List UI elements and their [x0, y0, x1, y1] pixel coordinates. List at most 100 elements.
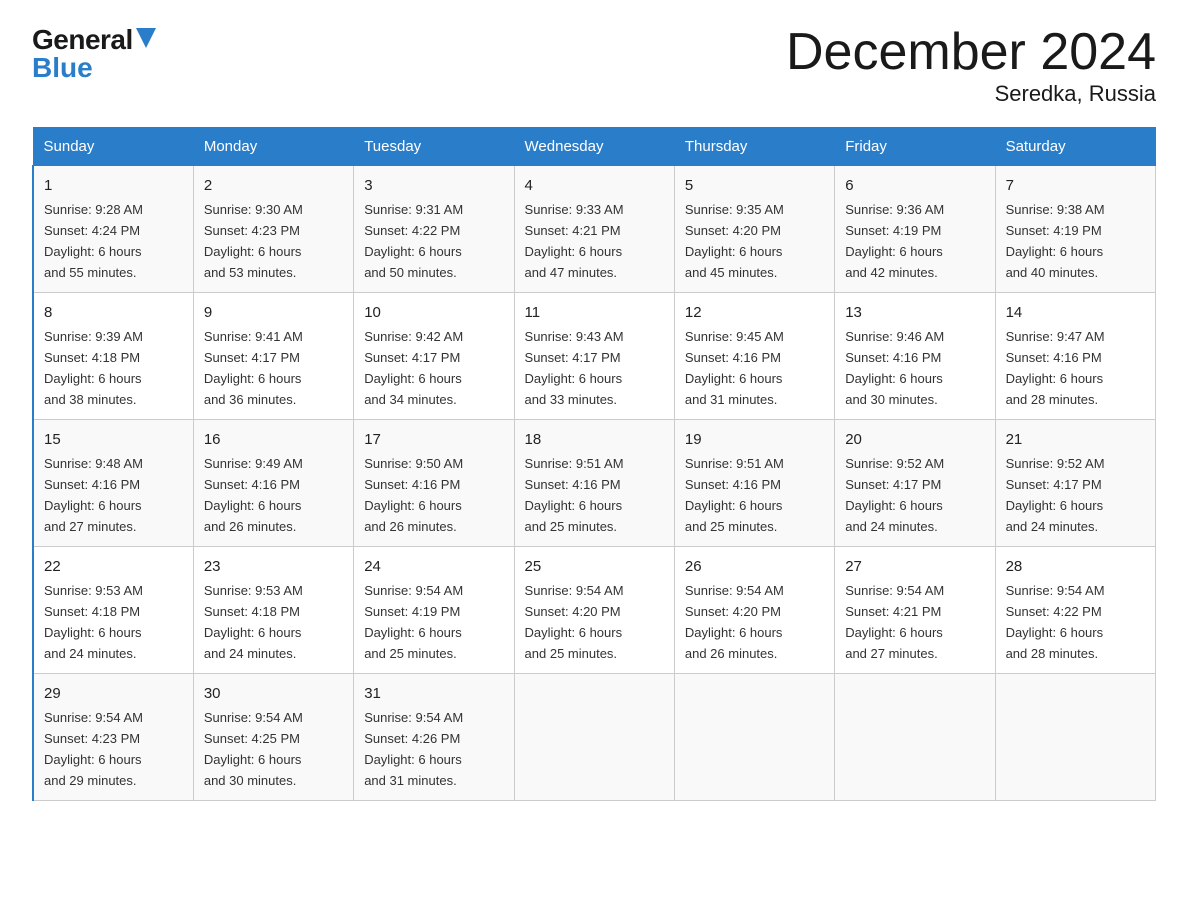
day-cell: 29Sunrise: 9:54 AMSunset: 4:23 PMDayligh…: [33, 673, 193, 800]
day-info: Sunrise: 9:53 AMSunset: 4:18 PMDaylight:…: [204, 583, 303, 661]
day-cell: [514, 673, 674, 800]
day-cell: 24Sunrise: 9:54 AMSunset: 4:19 PMDayligh…: [354, 547, 514, 674]
day-cell: 28Sunrise: 9:54 AMSunset: 4:22 PMDayligh…: [995, 547, 1155, 674]
day-cell: 1Sunrise: 9:28 AMSunset: 4:24 PMDaylight…: [33, 166, 193, 293]
day-number: 26: [685, 555, 824, 578]
day-number: 25: [525, 555, 664, 578]
day-number: 30: [204, 682, 343, 705]
header-cell-sunday: Sunday: [33, 128, 193, 166]
week-row-2: 8 Sunrise: 9:39 AMSunset: 4:18 PMDaylight…: [33, 293, 1156, 420]
day-info: Sunrise: 9:46 AMSunset: 4:16 PMDaylight:…: [845, 329, 944, 407]
day-cell: 27 Sunrise: 9:54 AMSunset: 4:21 PMDayligh…: [835, 547, 995, 674]
day-number: 28: [1006, 555, 1145, 578]
day-number: 3: [364, 174, 503, 197]
day-info: Sunrise: 9:50 AMSunset: 4:16 PMDaylight:…: [364, 456, 463, 534]
day-info: Sunrise: 9:31 AMSunset: 4:22 PMDaylight:…: [364, 202, 463, 280]
day-cell: 25 Sunrise: 9:54 AMSunset: 4:20 PMDayligh…: [514, 547, 674, 674]
day-number: 23: [204, 555, 343, 578]
day-number: 19: [685, 428, 824, 451]
header-row: SundayMondayTuesdayWednesdayThursdayFrid…: [33, 128, 1156, 166]
day-number: 18: [525, 428, 664, 451]
day-info: Sunrise: 9:39 AMSunset: 4:18 PMDaylight:…: [44, 329, 143, 407]
day-cell: 18 Sunrise: 9:51 AMSunset: 4:16 PMDayligh…: [514, 420, 674, 547]
day-info: Sunrise: 9:53 AMSunset: 4:18 PMDaylight:…: [44, 583, 143, 661]
day-cell: 26 Sunrise: 9:54 AMSunset: 4:20 PMDayligh…: [674, 547, 834, 674]
day-cell: 3 Sunrise: 9:31 AMSunset: 4:22 PMDaylight…: [354, 166, 514, 293]
day-cell: 16 Sunrise: 9:49 AMSunset: 4:16 PMDayligh…: [193, 420, 353, 547]
day-info: Sunrise: 9:54 AMSunset: 4:20 PMDaylight:…: [685, 583, 784, 661]
day-number: 12: [685, 301, 824, 324]
day-number: 5: [685, 174, 824, 197]
day-cell: 11Sunrise: 9:43 AMSunset: 4:17 PMDayligh…: [514, 293, 674, 420]
day-cell: [674, 673, 834, 800]
day-cell: 23 Sunrise: 9:53 AMSunset: 4:18 PMDayligh…: [193, 547, 353, 674]
header-cell-thursday: Thursday: [674, 128, 834, 166]
page-title: December 2024: [786, 24, 1156, 81]
day-info: Sunrise: 9:28 AMSunset: 4:24 PMDaylight:…: [44, 202, 143, 280]
day-info: Sunrise: 9:51 AMSunset: 4:16 PMDaylight:…: [685, 456, 784, 534]
header-cell-monday: Monday: [193, 128, 353, 166]
day-cell: 9Sunrise: 9:41 AMSunset: 4:17 PMDaylight…: [193, 293, 353, 420]
calendar-header: SundayMondayTuesdayWednesdayThursdayFrid…: [33, 128, 1156, 166]
day-cell: 4 Sunrise: 9:33 AMSunset: 4:21 PMDaylight…: [514, 166, 674, 293]
calendar-table: SundayMondayTuesdayWednesdayThursdayFrid…: [32, 127, 1156, 801]
calendar-body: 1Sunrise: 9:28 AMSunset: 4:24 PMDaylight…: [33, 166, 1156, 801]
day-info: Sunrise: 9:48 AMSunset: 4:16 PMDaylight:…: [44, 456, 143, 534]
day-cell: 22 Sunrise: 9:53 AMSunset: 4:18 PMDayligh…: [33, 547, 193, 674]
day-number: 4: [525, 174, 664, 197]
header-cell-tuesday: Tuesday: [354, 128, 514, 166]
day-number: 17: [364, 428, 503, 451]
header-cell-friday: Friday: [835, 128, 995, 166]
day-cell: 8 Sunrise: 9:39 AMSunset: 4:18 PMDaylight…: [33, 293, 193, 420]
day-number: 8: [44, 301, 183, 324]
day-info: Sunrise: 9:52 AMSunset: 4:17 PMDaylight:…: [845, 456, 944, 534]
day-number: 7: [1006, 174, 1145, 197]
page-header: General Blue December 2024 Seredka, Russ…: [32, 24, 1156, 107]
week-row-1: 1Sunrise: 9:28 AMSunset: 4:24 PMDaylight…: [33, 166, 1156, 293]
day-number: 21: [1006, 428, 1145, 451]
day-number: 9: [204, 301, 343, 324]
day-cell: 17 Sunrise: 9:50 AMSunset: 4:16 PMDayligh…: [354, 420, 514, 547]
day-number: 31: [364, 682, 503, 705]
day-info: Sunrise: 9:54 AMSunset: 4:25 PMDaylight:…: [204, 710, 303, 788]
day-number: 22: [44, 555, 183, 578]
day-info: Sunrise: 9:49 AMSunset: 4:16 PMDaylight:…: [204, 456, 303, 534]
day-cell: 31Sunrise: 9:54 AMSunset: 4:26 PMDayligh…: [354, 673, 514, 800]
week-row-5: 29Sunrise: 9:54 AMSunset: 4:23 PMDayligh…: [33, 673, 1156, 800]
day-info: Sunrise: 9:33 AMSunset: 4:21 PMDaylight:…: [525, 202, 624, 280]
header-cell-saturday: Saturday: [995, 128, 1155, 166]
day-cell: 7 Sunrise: 9:38 AMSunset: 4:19 PMDaylight…: [995, 166, 1155, 293]
day-number: 16: [204, 428, 343, 451]
day-info: Sunrise: 9:54 AMSunset: 4:21 PMDaylight:…: [845, 583, 944, 661]
day-number: 2: [204, 174, 343, 197]
day-cell: 6Sunrise: 9:36 AMSunset: 4:19 PMDaylight…: [835, 166, 995, 293]
day-number: 20: [845, 428, 984, 451]
day-number: 15: [44, 428, 183, 451]
day-number: 6: [845, 174, 984, 197]
day-cell: 10 Sunrise: 9:42 AMSunset: 4:17 PMDayligh…: [354, 293, 514, 420]
day-cell: [835, 673, 995, 800]
day-cell: 21 Sunrise: 9:52 AMSunset: 4:17 PMDayligh…: [995, 420, 1155, 547]
day-cell: 20 Sunrise: 9:52 AMSunset: 4:17 PMDayligh…: [835, 420, 995, 547]
day-info: Sunrise: 9:38 AMSunset: 4:19 PMDaylight:…: [1006, 202, 1105, 280]
day-cell: 2 Sunrise: 9:30 AMSunset: 4:23 PMDaylight…: [193, 166, 353, 293]
day-info: Sunrise: 9:54 AMSunset: 4:20 PMDaylight:…: [525, 583, 624, 661]
week-row-3: 15 Sunrise: 9:48 AMSunset: 4:16 PMDayligh…: [33, 420, 1156, 547]
day-number: 10: [364, 301, 503, 324]
day-info: Sunrise: 9:45 AMSunset: 4:16 PMDaylight:…: [685, 329, 784, 407]
week-row-4: 22 Sunrise: 9:53 AMSunset: 4:18 PMDayligh…: [33, 547, 1156, 674]
title-block: December 2024 Seredka, Russia: [786, 24, 1156, 107]
day-number: 14: [1006, 301, 1145, 324]
day-info: Sunrise: 9:52 AMSunset: 4:17 PMDaylight:…: [1006, 456, 1105, 534]
day-info: Sunrise: 9:42 AMSunset: 4:17 PMDaylight:…: [364, 329, 463, 407]
day-cell: 15 Sunrise: 9:48 AMSunset: 4:16 PMDayligh…: [33, 420, 193, 547]
logo: General Blue: [32, 24, 158, 84]
day-info: Sunrise: 9:30 AMSunset: 4:23 PMDaylight:…: [204, 202, 303, 280]
day-info: Sunrise: 9:47 AMSunset: 4:16 PMDaylight:…: [1006, 329, 1105, 407]
day-number: 27: [845, 555, 984, 578]
day-cell: 13Sunrise: 9:46 AMSunset: 4:16 PMDayligh…: [835, 293, 995, 420]
day-cell: [995, 673, 1155, 800]
day-cell: 5Sunrise: 9:35 AMSunset: 4:20 PMDaylight…: [674, 166, 834, 293]
logo-arrow-icon: [136, 28, 158, 55]
day-info: Sunrise: 9:51 AMSunset: 4:16 PMDaylight:…: [525, 456, 624, 534]
